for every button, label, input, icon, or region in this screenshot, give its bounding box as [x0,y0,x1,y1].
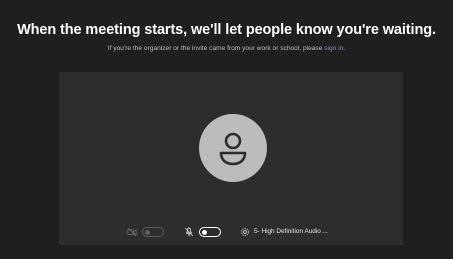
mic-toggle-knob [202,229,207,235]
sign-in-link[interactable]: sign in [324,45,343,52]
video-toggle-knob [145,229,150,235]
device-controls: 5- High Definition Audio ... [59,224,403,240]
video-toggle[interactable] [142,227,164,237]
page-title: When the meeting starts, we'll let peopl… [17,22,436,38]
mic-toggle[interactable] [199,227,221,237]
gear-icon[interactable] [240,227,250,237]
video-preview: 5- High Definition Audio ... [59,72,403,245]
audio-device-select[interactable]: 5- High Definition Audio ... [254,228,328,235]
organizer-hint: If you're the organizer or the invite ca… [0,45,453,52]
avatar [199,114,267,182]
mic-off-icon[interactable] [184,227,194,237]
person-icon [219,132,247,166]
camera-off-icon[interactable] [127,227,137,237]
organizer-hint-suffix: . [343,45,346,52]
organizer-hint-text: If you're the organizer or the invite ca… [107,45,325,52]
